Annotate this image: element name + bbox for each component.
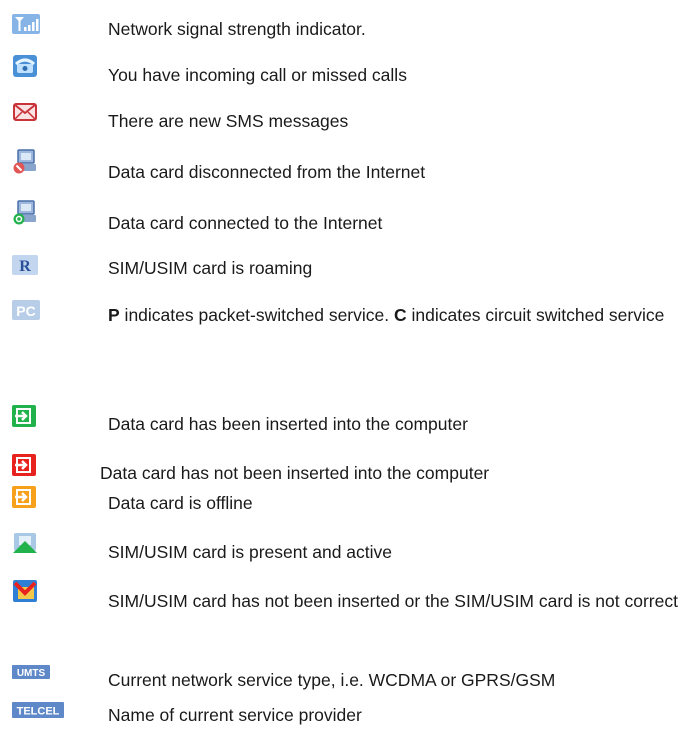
circuit-description: indicates circuit switched service [406,305,665,325]
new-sms-icon [12,100,38,122]
card-offline-icon [12,486,38,508]
legend-description: P indicates packet-switched service. C i… [108,298,680,332]
roaming-icon: R [12,255,38,277]
legend-description: Data card has been inserted into the com… [108,414,468,434]
legend-description: Name of current service provider [108,705,362,725]
legend-description: Current network service type, i.e. WCDMA… [108,670,556,690]
legend-description: Data card connected to the Internet [108,213,383,233]
connected-icon [12,200,38,225]
legend-description: Data card is offline [108,493,253,513]
sim-missing-icon [12,579,38,602]
packet-label: P [108,305,120,325]
packet-circuit-icon: PC [12,300,40,322]
legend-description: Data card has not been inserted into the… [100,463,490,483]
legend-description: You have incoming call or missed calls [108,65,407,85]
roaming-icon-label: R [19,258,31,275]
circuit-label: C [393,305,407,325]
legend-description: SIM/USIM card has not been inserted or t… [108,591,678,611]
legend-description: There are new SMS messages [108,111,349,131]
provider-icon: TELCEL [12,702,64,724]
card-not-inserted-icon [12,454,38,476]
disconnected-icon [12,149,38,174]
legend-description: SIM/USIM card is roaming [108,258,313,278]
legend-description: SIM/USIM card is present and active [108,542,392,562]
network-type-icon-label: UMTS [17,668,46,679]
packet-description: indicates packet-switched service. [119,305,394,325]
packet-circuit-icon-label: PC [16,303,35,319]
legend-description: Network signal strength indicator. [108,19,366,39]
signal-strength-icon [12,14,40,36]
sim-active-icon [12,531,38,553]
legend-description: Data card disconnected from the Internet [108,162,426,182]
card-inserted-icon [12,405,38,427]
provider-icon-label: TELCEL [17,706,60,718]
network-type-icon: UMTS [12,665,50,687]
incoming-call-icon [12,54,38,77]
